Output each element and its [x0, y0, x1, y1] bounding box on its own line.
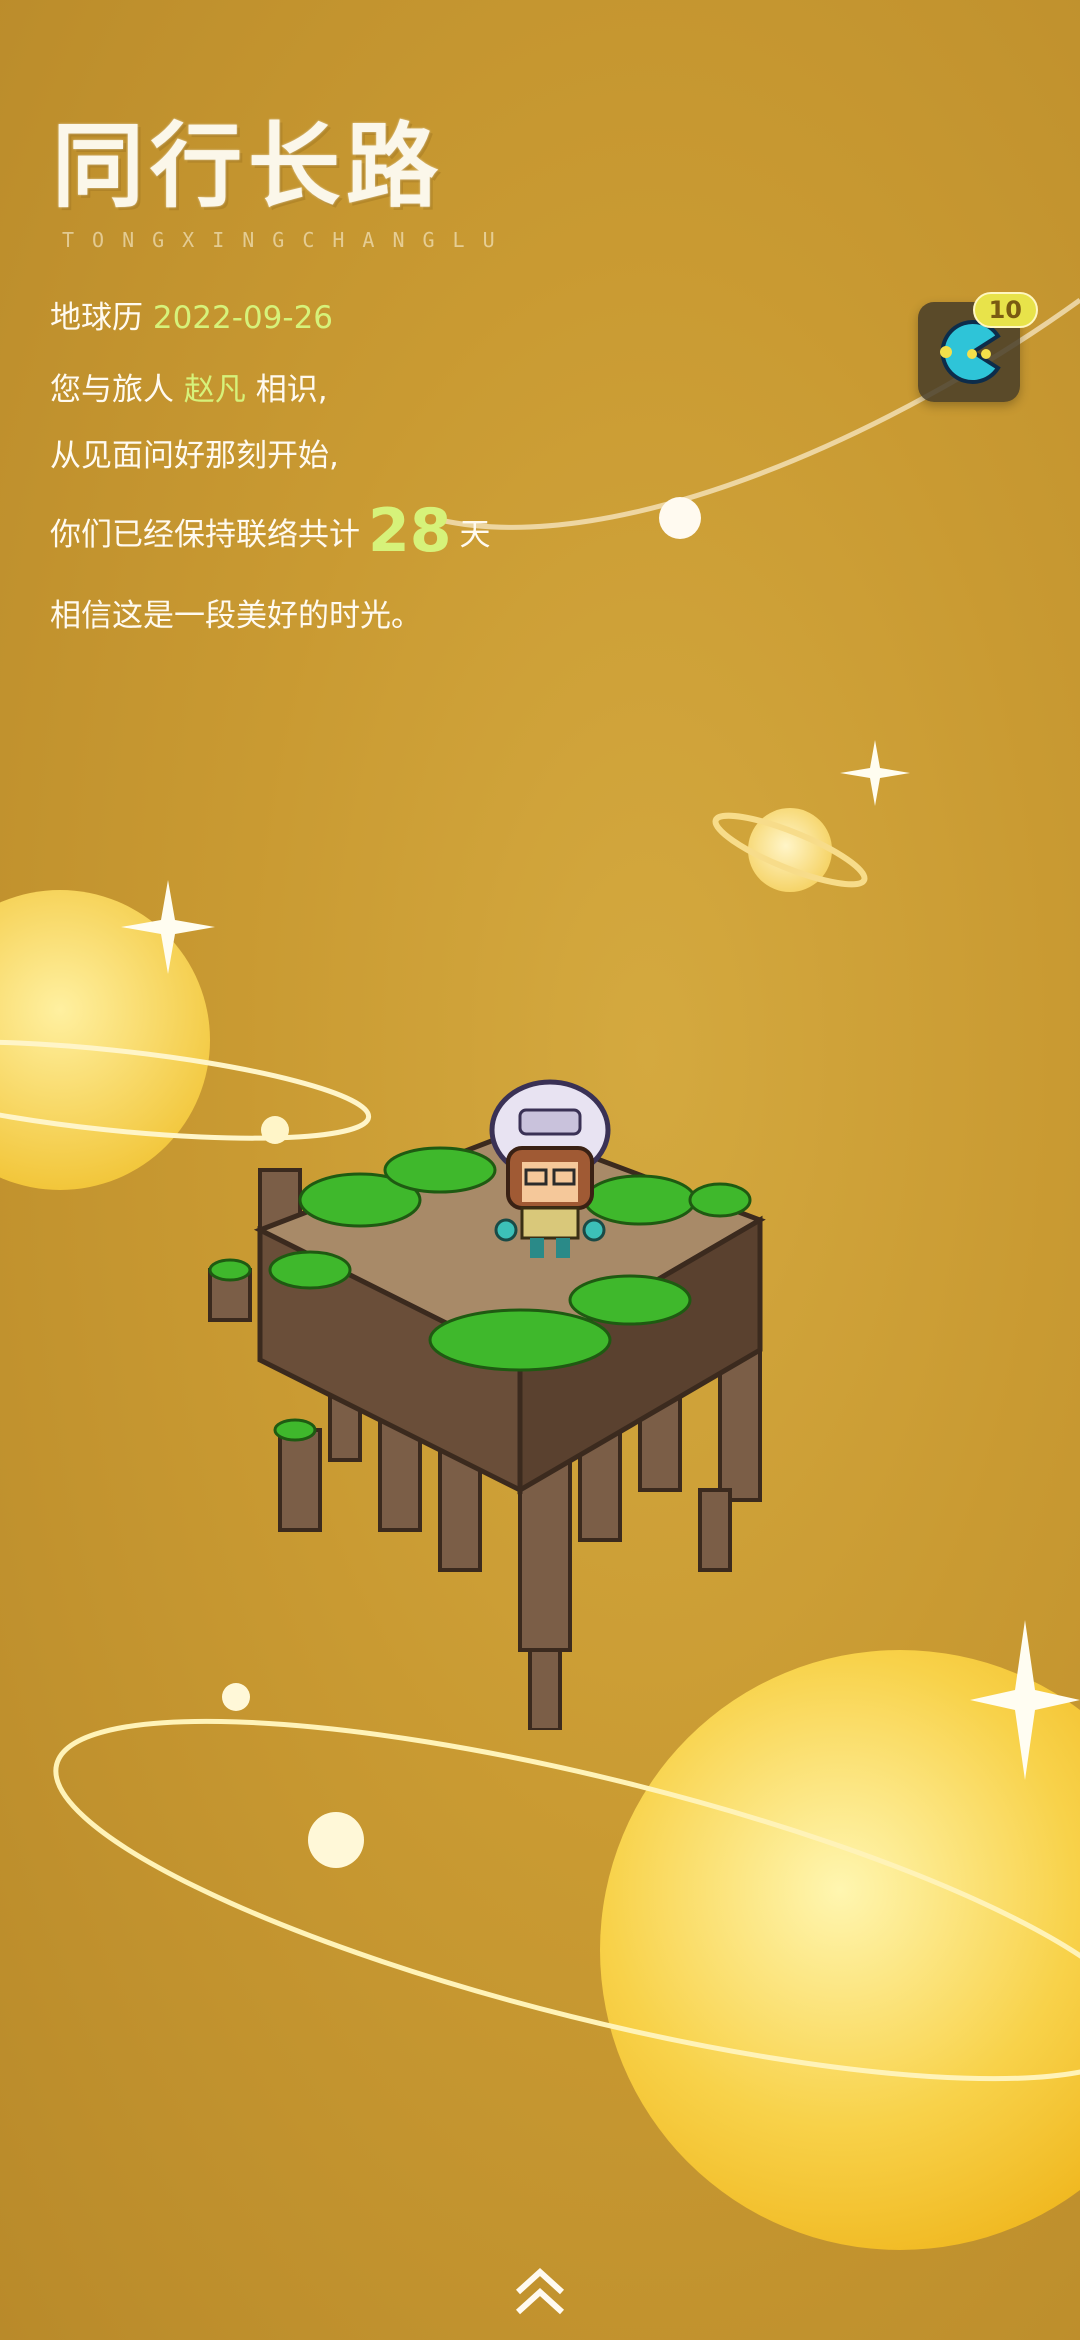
days-suffix: 天	[459, 517, 491, 553]
met-prefix: 您与旅人	[50, 372, 174, 408]
closing-line: 相信这是一段美好的时光。	[50, 598, 422, 634]
sparkle-icon	[840, 740, 910, 806]
date-value: 2022-09-26	[152, 300, 334, 336]
left-planet	[0, 890, 210, 1190]
character-avatar	[489, 1079, 611, 1258]
notification-badge: 10	[972, 292, 1038, 328]
days-prefix: 你们已经保持联络共计	[50, 517, 360, 553]
floating-island-illustration	[208, 1079, 766, 1730]
met-suffix: 相识,	[255, 372, 328, 408]
page-title: 同行长路	[52, 113, 445, 220]
page-subtitle: TONGXINGCHANGLU	[62, 228, 513, 252]
days-line: 你们已经保持联络共计 28 天	[50, 496, 491, 566]
traveler-name: 赵凡	[183, 372, 246, 408]
orbit-dot	[659, 497, 701, 539]
met-line: 您与旅人 赵凡 相识,	[50, 364, 328, 409]
date-label: 地球历	[50, 300, 143, 336]
days-count: 28	[368, 496, 452, 566]
double-chevron-up-icon[interactable]	[510, 2262, 570, 2322]
greeting-line: 从见面问好那刻开始,	[50, 438, 339, 474]
date-line: 地球历 2022-09-26	[50, 292, 333, 337]
game-button[interactable]: 10	[918, 292, 1038, 402]
bottom-planet	[600, 1650, 1080, 2250]
